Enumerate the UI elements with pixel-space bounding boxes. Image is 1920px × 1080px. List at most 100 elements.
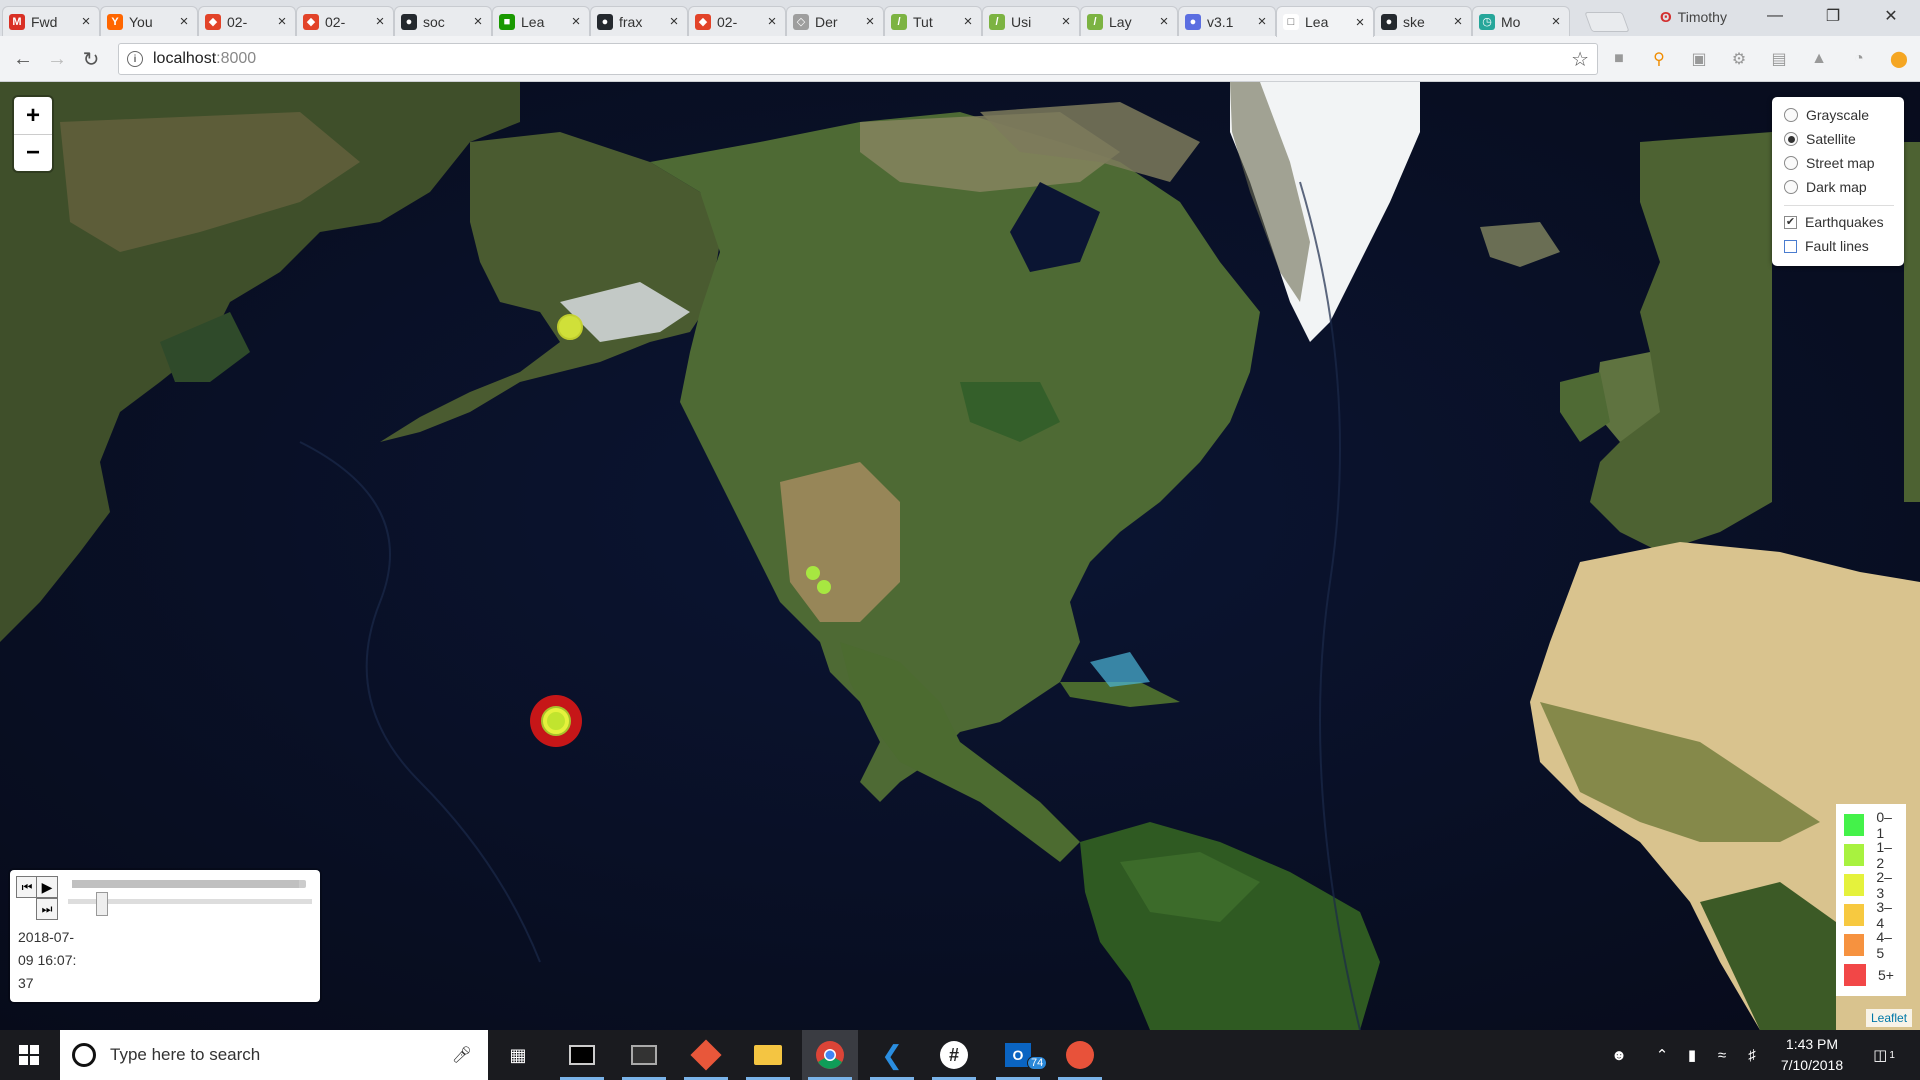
browser-tab[interactable]: / Tut × [884, 6, 982, 36]
task-view-button[interactable]: ▦ [490, 1030, 546, 1080]
taskbar-git[interactable] [678, 1030, 734, 1080]
base-layer-option[interactable]: Grayscale [1784, 103, 1894, 127]
taskbar-file-explorer[interactable] [740, 1030, 796, 1080]
browser-tab[interactable]: ● ske × [1374, 6, 1472, 36]
taskbar-app[interactable] [1052, 1030, 1108, 1080]
close-window-button[interactable]: ✕ [1868, 0, 1914, 32]
tab-close-button[interactable]: × [569, 13, 583, 30]
overlay-layers: ✔ Earthquakes Fault lines [1784, 210, 1894, 258]
minimize-button[interactable]: — [1752, 0, 1798, 32]
profile-button[interactable]: ʘ Timothy [1660, 6, 1727, 28]
step-backward-button[interactable]: ⏮ [16, 876, 38, 898]
tab-close-button[interactable]: × [765, 13, 779, 30]
browser-tab[interactable]: ■ Lea × [492, 6, 590, 36]
play-button[interactable]: ▶ [36, 876, 58, 898]
browser-tab[interactable]: ● soc × [394, 6, 492, 36]
speed-slider-handle[interactable] [95, 892, 108, 916]
new-tab-button[interactable] [1584, 12, 1630, 32]
browser-tab[interactable]: / Lay × [1080, 6, 1178, 36]
legend-swatch [1844, 904, 1865, 926]
radio-button[interactable] [1784, 156, 1798, 170]
base-layer-option[interactable]: Satellite [1784, 127, 1894, 151]
taskbar-chrome[interactable] [802, 1030, 858, 1080]
key-icon[interactable]: ⚲ [1648, 48, 1670, 70]
checkbox[interactable]: ✔ [1784, 215, 1797, 229]
browser-tab[interactable]: ● frax × [590, 6, 688, 36]
earthquake-marker-california-2 [817, 580, 831, 594]
tab-close-button[interactable]: × [961, 13, 975, 30]
overlay-layer-option[interactable]: Fault lines [1784, 234, 1894, 258]
tab-close-button[interactable]: × [667, 13, 681, 30]
tab-close-button[interactable]: × [177, 13, 191, 30]
extension-icon[interactable]: ⬤ [1888, 48, 1910, 70]
tab-close-button[interactable]: × [1451, 13, 1465, 30]
checkbox[interactable] [1784, 239, 1797, 253]
browser-tab[interactable]: / Usi × [982, 6, 1080, 36]
volume-muted-icon[interactable]: ♯ [1740, 1030, 1764, 1080]
extension-icon[interactable]: ▣ [1688, 48, 1710, 70]
tab-close-button[interactable]: × [1549, 13, 1563, 30]
tab-close-button[interactable]: × [373, 13, 387, 30]
radio-button[interactable] [1784, 180, 1798, 194]
tab-close-button[interactable]: × [79, 13, 93, 30]
browser-tab[interactable]: ◆ 02- × [688, 6, 786, 36]
timeline-slider[interactable] [72, 880, 306, 888]
browser-tab[interactable]: M Fwd × [2, 6, 100, 36]
tab-title: soc [423, 13, 445, 30]
tab-close-button[interactable]: × [1059, 13, 1073, 30]
tab-close-button[interactable]: × [1353, 14, 1367, 31]
tab-close-button[interactable]: × [275, 13, 289, 30]
leaflet-map[interactable]: + − Grayscale Satellite Street map Dark map… [0, 82, 1920, 1030]
wifi-icon[interactable]: ≈ [1710, 1030, 1734, 1080]
tab-title: Mo [1501, 13, 1521, 30]
taskbar-search[interactable]: Type here to search 🎤︎ [60, 1030, 488, 1080]
legend-item: 5+ [1844, 960, 1898, 990]
browser-tab[interactable]: ◷ Mo × [1472, 6, 1570, 36]
browser-tab[interactable]: ◆ 02- × [296, 6, 394, 36]
people-icon[interactable]: ☻ [1604, 1030, 1634, 1080]
extension-icon[interactable]: ▲ [1808, 48, 1830, 70]
taskbar-vscode[interactable]: ❮ [864, 1030, 920, 1080]
battery-icon[interactable]: ▮ [1680, 1030, 1704, 1080]
reload-button[interactable]: ↻ [76, 44, 106, 74]
info-icon[interactable]: i [127, 51, 143, 67]
start-button[interactable] [0, 1030, 58, 1080]
taskbar-slack[interactable]: # [926, 1030, 982, 1080]
step-forward-button[interactable]: ⏭ [36, 898, 58, 920]
zoom-out-button[interactable]: − [14, 134, 52, 171]
taskbar-outlook[interactable]: O [990, 1030, 1046, 1080]
forward-button[interactable]: → [42, 44, 72, 74]
extension-icon[interactable]: ■ [1608, 48, 1630, 70]
browser-tab[interactable]: ◆ 02- × [198, 6, 296, 36]
chevron-up-icon[interactable]: ⌃ [1650, 1030, 1674, 1080]
leaflet-link[interactable]: Leaflet [1871, 1011, 1907, 1025]
address-bar[interactable]: i localhost:8000 ☆ [118, 43, 1598, 75]
back-button[interactable]: ← [8, 44, 38, 74]
maximize-button[interactable]: ❐ [1810, 0, 1856, 32]
tab-close-button[interactable]: × [1157, 13, 1171, 30]
base-layer-option[interactable]: Street map [1784, 151, 1894, 175]
radio-button[interactable] [1784, 132, 1798, 146]
radio-button[interactable] [1784, 108, 1798, 122]
tab-close-button[interactable]: × [1255, 13, 1269, 30]
system-clock[interactable]: 1:43 PM 7/10/2018 [1772, 1034, 1852, 1076]
extension-icon[interactable]: ◔ [1848, 48, 1870, 70]
extension-icon[interactable]: ▤ [1768, 48, 1790, 70]
map-attribution[interactable]: Leaflet [1866, 1009, 1913, 1027]
base-layers: Grayscale Satellite Street map Dark map [1784, 103, 1894, 199]
browser-tab[interactable]: ● v3.1 × [1178, 6, 1276, 36]
tab-close-button[interactable]: × [863, 13, 877, 30]
taskbar-console[interactable] [616, 1030, 672, 1080]
overlay-layer-option[interactable]: ✔ Earthquakes [1784, 210, 1894, 234]
action-center-button[interactable]: ◫ 1 [1864, 1030, 1904, 1080]
zoom-in-button[interactable]: + [14, 97, 52, 134]
base-layer-option[interactable]: Dark map [1784, 175, 1894, 199]
extension-icon[interactable]: ⚙ [1728, 48, 1750, 70]
browser-tab[interactable]: Y You × [100, 6, 198, 36]
browser-tab[interactable]: ◇ Der × [786, 6, 884, 36]
taskbar-terminal[interactable] [554, 1030, 610, 1080]
microphone-icon[interactable]: 🎤︎ [452, 1045, 472, 1065]
browser-tab[interactable]: □ Lea × [1276, 6, 1374, 37]
tab-close-button[interactable]: × [471, 13, 485, 30]
bookmark-star-icon[interactable]: ☆ [1571, 47, 1589, 72]
